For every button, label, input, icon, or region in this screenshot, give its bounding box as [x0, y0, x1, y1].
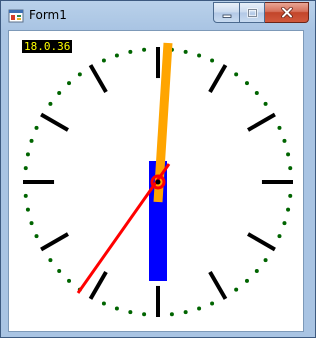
analog-clock — [23, 42, 293, 317]
hour-tick — [208, 64, 228, 93]
caption-buttons — [213, 2, 309, 23]
minute-dot — [277, 125, 282, 130]
minute-dot — [263, 258, 268, 263]
minute-dot — [288, 193, 293, 198]
minute-dot — [34, 234, 39, 239]
app-icon[interactable] — [8, 8, 24, 24]
minute-dot — [114, 306, 119, 311]
minute-dot — [48, 101, 53, 106]
minute-dot — [277, 234, 282, 239]
minute-dot — [25, 152, 30, 157]
minute-dot — [197, 306, 202, 311]
minute-dot — [114, 53, 119, 58]
minute-dot — [57, 91, 62, 96]
minute-dot — [57, 268, 62, 273]
time-label: 18.0.36 — [22, 40, 73, 53]
minute-dot — [234, 287, 239, 292]
minute-dot — [23, 166, 28, 171]
minute-dot — [286, 207, 291, 212]
minute-dot — [183, 310, 188, 315]
window-title: Form1 — [29, 8, 67, 22]
minute-dot — [254, 91, 259, 96]
maximize-icon — [246, 3, 258, 22]
minute-dot — [29, 138, 34, 143]
minute-dot — [210, 58, 215, 63]
minute-dot — [142, 312, 147, 317]
minute-dot — [67, 81, 72, 86]
minute-dot — [142, 47, 147, 52]
minute-dot — [25, 207, 30, 212]
minute-dot — [197, 53, 202, 58]
minute-dot — [169, 312, 174, 317]
minute-dot — [286, 152, 291, 157]
maximize-button[interactable] — [240, 2, 265, 23]
minute-dot — [128, 49, 133, 54]
minute-dot — [234, 72, 239, 77]
minute-dot — [282, 221, 287, 226]
minimize-icon — [222, 3, 232, 22]
minute-dot — [288, 166, 293, 171]
minute-dot — [48, 258, 53, 263]
hour-tick — [208, 271, 228, 300]
hour-tick — [40, 112, 69, 132]
minute-dot — [244, 278, 249, 283]
hour-tick — [88, 271, 108, 300]
minute-dot — [254, 268, 259, 273]
minute-dot — [128, 310, 133, 315]
minute-dot — [210, 301, 215, 306]
minute-dot — [101, 301, 106, 306]
app-window: Form1 18.0.36 — [0, 0, 316, 338]
hour-tick — [88, 64, 108, 93]
minute-dot — [282, 138, 287, 143]
minute-dot — [67, 278, 72, 283]
hour-tick — [247, 232, 276, 252]
minute-dot — [23, 193, 28, 198]
close-button[interactable] — [265, 2, 309, 23]
minute-dot — [77, 72, 82, 77]
hour-tick — [40, 232, 69, 252]
minute-dot — [34, 125, 39, 130]
minimize-button[interactable] — [213, 2, 240, 23]
clock-panel: 18.0.36 — [8, 30, 304, 332]
minute-dot — [29, 221, 34, 226]
center-dot — [155, 179, 161, 185]
title-bar[interactable]: Form1 — [1, 1, 315, 29]
minute-dot — [101, 58, 106, 63]
hour-tick — [247, 112, 276, 132]
close-icon — [280, 3, 293, 22]
minute-dot — [263, 101, 268, 106]
minute-dot — [183, 49, 188, 54]
minute-dot — [244, 81, 249, 86]
